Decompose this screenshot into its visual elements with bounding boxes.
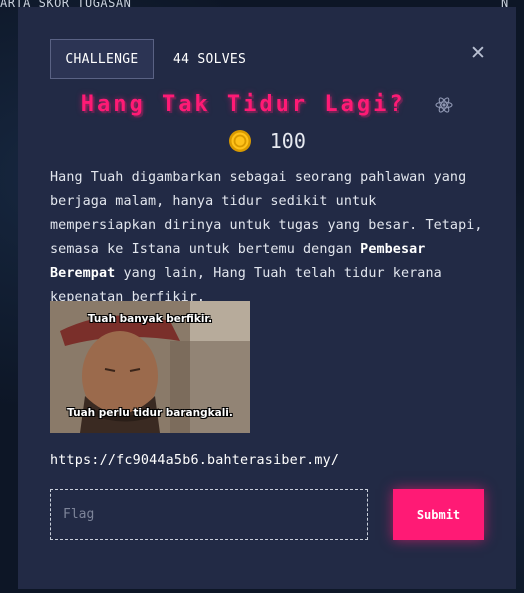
flag-input[interactable]	[50, 489, 368, 540]
close-icon[interactable]: ✕	[468, 43, 488, 63]
challenge-description: Hang Tuah digambarkan sebagai seorang pa…	[50, 166, 490, 310]
points-value: 100	[269, 129, 306, 153]
meme-top-text: Tuah banyak berfikir.	[87, 313, 213, 325]
atom-icon	[435, 96, 453, 113]
challenge-tab[interactable]: CHALLENGE	[50, 39, 154, 79]
solves-count: 44 SOLVES	[173, 52, 247, 67]
meme-image: Tuah banyak berfikir. Tuah perlu tidur b…	[50, 301, 250, 433]
coin-icon	[229, 130, 252, 152]
points-row: 100	[18, 129, 516, 155]
submit-button[interactable]: Submit	[393, 489, 484, 540]
title-row: Hang Tak Tidur Lagi?	[18, 92, 516, 117]
meme-bottom-text: Tuah perlu tidur barangkali.	[67, 407, 233, 419]
challenge-link[interactable]: https://fc9044a5b6.bahterasiber.my/	[50, 453, 339, 468]
challenge-modal: CHALLENGE 44 SOLVES ✕ Hang Tak Tidur Lag…	[18, 7, 516, 589]
challenge-title: Hang Tak Tidur Lagi?	[80, 92, 406, 117]
